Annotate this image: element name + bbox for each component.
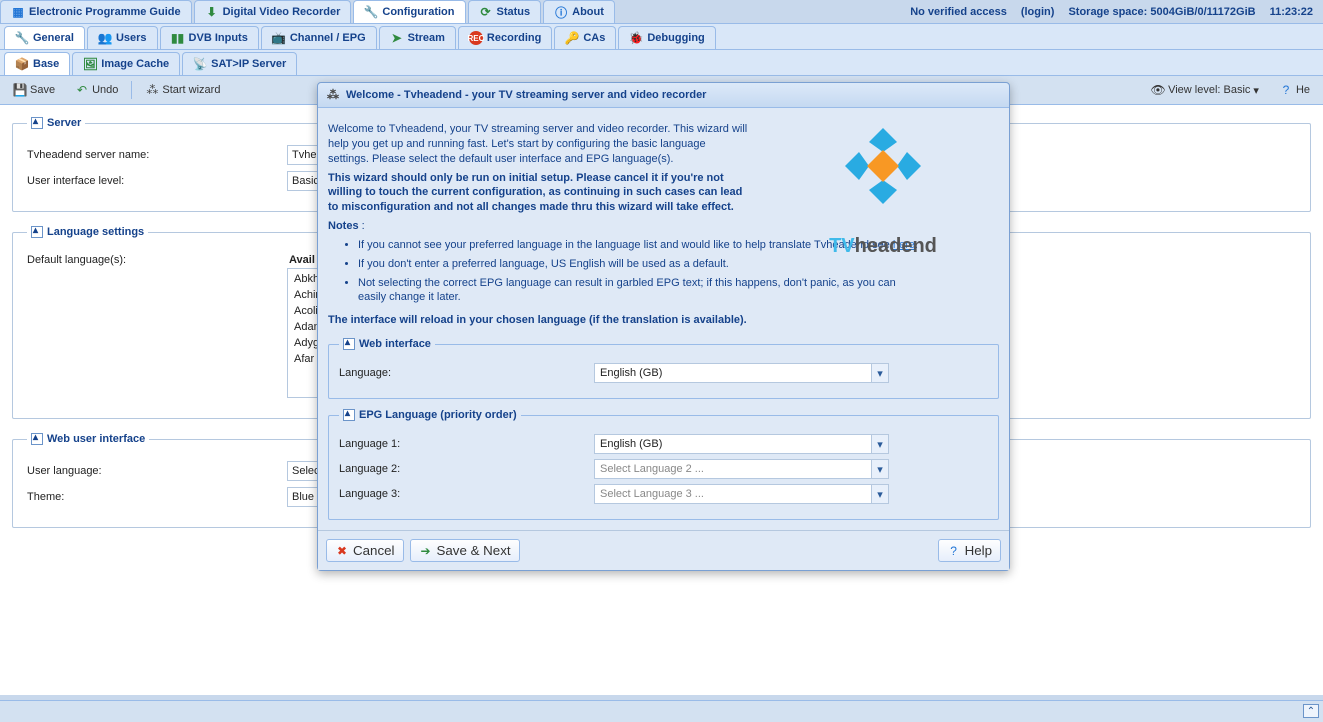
tab-dvr[interactable]: ⬇Digital Video Recorder xyxy=(194,0,352,23)
save-button[interactable]: 💾Save xyxy=(6,80,62,100)
modal-help-button[interactable]: ?Help xyxy=(938,539,1001,562)
users-icon: 👥 xyxy=(98,31,112,45)
login-link[interactable]: (login) xyxy=(1021,6,1055,18)
web-language-combo[interactable] xyxy=(594,363,871,383)
help-icon: ? xyxy=(947,544,961,558)
tab-general[interactable]: 🔧General xyxy=(4,26,85,49)
dvr-icon: ⬇ xyxy=(205,5,219,19)
tab-image-cache[interactable]: 🖼Image Cache xyxy=(72,52,180,75)
config-tabs: 🔧General 👥Users ▮▮DVB Inputs 📺Channel / … xyxy=(0,24,1323,50)
chevron-down-icon[interactable]: ▾ xyxy=(871,434,889,454)
wand-icon: ⁂ xyxy=(145,83,159,97)
storage: Storage space: 5004GiB/0/11172GiB xyxy=(1068,6,1255,18)
lang1-label: Language 1: xyxy=(339,438,594,450)
tab-cas[interactable]: 🔑CAs xyxy=(554,26,616,49)
tab-recording[interactable]: RECRecording xyxy=(458,26,552,49)
collapse-icon[interactable] xyxy=(343,338,355,350)
webui-legend: Web user interface xyxy=(47,433,145,445)
modal-title: Welcome - Tvheadend - your TV streaming … xyxy=(346,89,706,101)
wand-icon: ⁂ xyxy=(326,88,340,102)
collapse-icon[interactable] xyxy=(31,226,43,238)
header-status: No verified access (login) Storage space… xyxy=(900,0,1323,23)
server-legend: Server xyxy=(47,117,81,129)
tab-status[interactable]: ⟳Status xyxy=(468,0,542,23)
tab-epg[interactable]: ▦Electronic Programme Guide xyxy=(0,0,192,23)
tab-stream[interactable]: ➤Stream xyxy=(379,26,456,49)
rec-icon: REC xyxy=(469,31,483,45)
modal-title-bar[interactable]: ⁂ Welcome - Tvheadend - your TV streamin… xyxy=(318,83,1009,108)
box-icon: 📦 xyxy=(15,57,29,71)
tv-icon: 📺 xyxy=(272,31,286,45)
general-tabs: 📦Base 🖼Image Cache 📡SAT>IP Server xyxy=(0,50,1323,76)
info-icon: ⓘ xyxy=(554,5,568,19)
note-item: If you don't enter a preferred language,… xyxy=(358,257,918,272)
save-next-button[interactable]: ➔Save & Next xyxy=(410,539,520,562)
cancel-button[interactable]: ✖Cancel xyxy=(326,539,404,562)
note-item: Not selecting the correct EPG language c… xyxy=(358,276,918,306)
access-label: No verified access xyxy=(910,6,1007,18)
wizard-intro: Welcome to Tvheadend, your TV streaming … xyxy=(328,123,670,135)
chevron-down-icon[interactable]: ▾ xyxy=(871,484,889,504)
undo-icon: ↶ xyxy=(75,83,89,97)
default-languages-label: Default language(s): xyxy=(27,254,287,266)
web-language-label: Language: xyxy=(339,367,594,379)
lang-legend: Language settings xyxy=(47,226,144,238)
wrench-icon: 🔧 xyxy=(15,31,29,45)
modal-footer: ✖Cancel ➔Save & Next ?Help xyxy=(318,530,1009,570)
chevron-down-icon[interactable]: ▾ xyxy=(871,459,889,479)
lang1-combo[interactable] xyxy=(594,434,871,454)
collapse-icon[interactable] xyxy=(31,117,43,129)
eye-icon: 👁 xyxy=(1151,83,1165,97)
collapse-icon[interactable] xyxy=(31,433,43,445)
status-icon: ⟳ xyxy=(479,5,493,19)
arrow-right-icon: ➔ xyxy=(419,544,433,558)
tab-about[interactable]: ⓘAbout xyxy=(543,0,615,23)
main-tabs: ▦Electronic Programme Guide ⬇Digital Vid… xyxy=(0,0,1323,24)
chevron-down-icon[interactable]: ▾ xyxy=(871,363,889,383)
collapse-icon[interactable] xyxy=(343,409,355,421)
tvheadend-logo: TVheadend xyxy=(783,118,983,258)
start-wizard-button[interactable]: ⁂Start wizard xyxy=(138,80,227,100)
expand-icon[interactable]: ⌃ xyxy=(1303,704,1319,718)
card-icon: ▮▮ xyxy=(171,31,185,45)
stream-icon: ➤ xyxy=(390,31,404,45)
theme-label: Theme: xyxy=(27,491,287,503)
clock: 11:23:22 xyxy=(1270,6,1313,18)
tab-debugging[interactable]: 🐞Debugging xyxy=(618,26,715,49)
ui-level-label: User interface level: xyxy=(27,175,287,187)
toolbar-separator xyxy=(131,81,132,99)
tab-dvb-inputs[interactable]: ▮▮DVB Inputs xyxy=(160,26,259,49)
wizard-modal: ⁂ Welcome - Tvheadend - your TV streamin… xyxy=(317,82,1010,571)
save-icon: 💾 xyxy=(13,83,27,97)
user-language-label: User language: xyxy=(27,465,287,477)
lang2-label: Language 2: xyxy=(339,463,594,475)
lang2-combo[interactable] xyxy=(594,459,871,479)
notes-heading: Notes xyxy=(328,220,359,232)
tab-configuration[interactable]: 🔧Configuration xyxy=(353,0,465,23)
satellite-icon: 📡 xyxy=(193,57,207,71)
help-button[interactable]: ?He xyxy=(1272,80,1317,100)
bottom-bar: ⌃ xyxy=(0,700,1323,722)
tab-channel-epg[interactable]: 📺Channel / EPG xyxy=(261,26,377,49)
lang3-combo[interactable] xyxy=(594,484,871,504)
view-level-button[interactable]: 👁View level: Basic▾ xyxy=(1144,80,1266,100)
web-interface-fieldset: Web interface Language: ▾ xyxy=(328,338,999,399)
wrench-icon: 🔧 xyxy=(364,5,378,19)
chevron-down-icon: ▾ xyxy=(1253,84,1259,97)
lang3-label: Language 3: xyxy=(339,488,594,500)
key-icon: 🔑 xyxy=(565,31,579,45)
tab-base[interactable]: 📦Base xyxy=(4,52,70,75)
tab-satip-server[interactable]: 📡SAT>IP Server xyxy=(182,52,297,75)
wizard-warning: This wizard should only be run on initia… xyxy=(328,172,742,214)
epg-language-fieldset: EPG Language (priority order) Language 1… xyxy=(328,409,999,520)
epg-icon: ▦ xyxy=(11,5,25,19)
server-name-label: Tvheadend server name: xyxy=(27,149,287,161)
help-icon: ? xyxy=(1279,83,1293,97)
reload-note: The interface will reload in your chosen… xyxy=(328,314,747,326)
undo-button[interactable]: ↶Undo xyxy=(68,80,125,100)
tab-users[interactable]: 👥Users xyxy=(87,26,158,49)
image-icon: 🖼 xyxy=(83,57,97,71)
cancel-icon: ✖ xyxy=(335,544,349,558)
bug-icon: 🐞 xyxy=(629,31,643,45)
